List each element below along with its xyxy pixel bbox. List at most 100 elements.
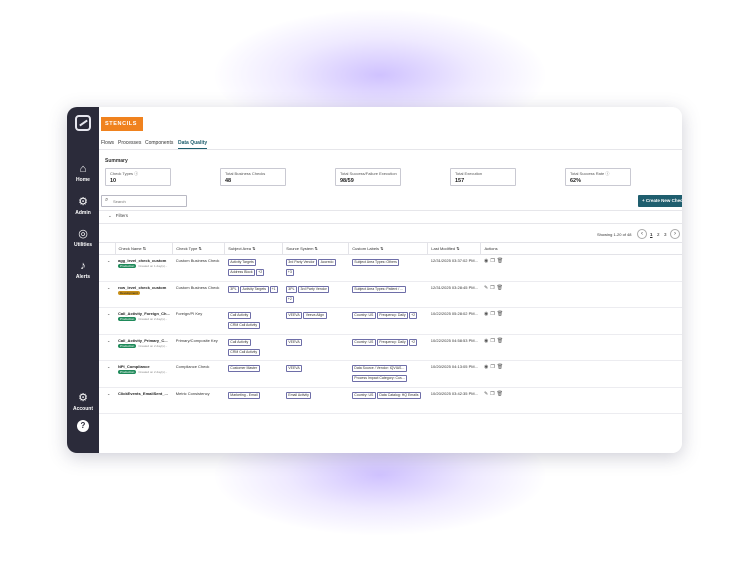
sidebar-item-admin[interactable]: ⚙ Admin [67, 196, 99, 216]
tab-components[interactable]: Components [145, 140, 173, 146]
summary-card: Total Business Checks 48 [220, 168, 286, 186]
table-row[interactable]: ⌄ NPI_Compliance Production Created on 2 da… [99, 360, 682, 388]
check-name[interactable]: agg_level_check_custom [118, 258, 170, 263]
sidebar-item-account[interactable]: ⚙ Account [67, 392, 99, 412]
sidebar-item-alerts[interactable]: ♪ Alerts [67, 260, 99, 280]
view-icon[interactable]: ◉ [484, 364, 488, 370]
source-system-cell: 3PL 3rd Party Vendor +2 [282, 281, 349, 308]
more-tags-chip[interactable]: +1 [269, 285, 278, 293]
more-tags-chip[interactable]: +3 [285, 269, 294, 276]
expand-row-button[interactable]: ⌄ [99, 334, 115, 361]
source-system-cell: VEEVA Veeva Align [282, 307, 349, 335]
expand-row-button[interactable]: ⌄ [99, 387, 115, 414]
check-name-cell[interactable]: row_level_check_custom Development [115, 281, 173, 308]
more-tags-chip[interactable]: +2 [285, 295, 294, 303]
more-tags-chip[interactable]: +2 [256, 269, 265, 276]
expand-row-button[interactable]: ⌄ [99, 281, 115, 308]
column-header-subject-area[interactable]: Subject Area ⇅ [224, 242, 284, 255]
delete-icon[interactable]: 🗑 [497, 364, 503, 370]
prev-page-button[interactable]: ‹ [637, 229, 647, 239]
column-header-last-modified[interactable]: Last Modified ⇅ [427, 242, 482, 255]
tag-chip: Email Activity [285, 391, 312, 399]
check-type-cell: Custom Business Check [172, 254, 225, 282]
filters-toggle[interactable]: ⌄ Filters [108, 213, 128, 219]
check-name[interactable]: ClickEvents_EmailSent_... [118, 391, 170, 396]
check-name-cell[interactable]: agg_level_check_custom Production Created … [115, 254, 173, 282]
sidebar-item-home[interactable]: ⌂ Home [67, 163, 99, 183]
check-type-cell: Metric Consistency [172, 387, 225, 414]
tag-chip: Frequency: Daily [376, 312, 409, 319]
source-system-cell: VEEVA [282, 334, 349, 361]
more-tags-chip[interactable]: +2 [409, 338, 418, 346]
app-logo-icon[interactable] [75, 115, 91, 131]
view-icon[interactable]: ◉ [484, 258, 488, 264]
check-name-cell[interactable]: ClickEvents_EmailSent_... [115, 387, 173, 414]
edit-icon[interactable]: ✎ [484, 285, 488, 291]
last-modified-cell: 10/22/2025 04:58:53 PM... [427, 334, 481, 361]
copy-icon[interactable]: ❐ [490, 391, 494, 397]
sidebar-item-utilities[interactable]: ◎ Utilities [67, 228, 99, 248]
create-new-check-button[interactable]: + Create New Check [638, 195, 682, 207]
column-header-check-type[interactable]: Check Type ⇅ [172, 242, 226, 255]
expand-row-button[interactable]: ⌄ [99, 254, 115, 282]
table-body: ⌄ agg_level_check_custom Production Created… [99, 254, 682, 414]
copy-icon[interactable]: ❐ [490, 258, 494, 264]
check-name-cell[interactable]: Call_Activity_Primary_C... Production Crea… [115, 334, 173, 361]
tag-chip: VEEVA [285, 338, 303, 346]
help-button[interactable]: ? [77, 420, 89, 432]
check-name[interactable]: NPI_Compliance [118, 364, 170, 369]
actions-cell: ✎ ❐ 🗑 [480, 281, 682, 308]
search-input[interactable] [113, 198, 183, 205]
check-name[interactable]: Call_Activity_Foreign_Ch... [118, 311, 170, 316]
page-1[interactable]: 1 [650, 232, 653, 237]
gear-icon: ⚙ [78, 196, 88, 208]
created-note: Created on 2 day(s)... [138, 370, 168, 374]
tab-divider [99, 149, 682, 150]
tag-chip: Activity Targets [227, 259, 257, 266]
table-row[interactable]: ⌄ row_level_check_custom Development Custom… [99, 281, 682, 308]
column-header-custom-labels[interactable]: Custom Labels ⇅ [348, 242, 429, 255]
table-row[interactable]: ⌄ Call_Activity_Primary_C... Production Cre… [99, 334, 682, 361]
chevron-down-icon: ⌄ [107, 284, 111, 290]
expand-row-button[interactable]: ⌄ [99, 307, 115, 335]
copy-icon[interactable]: ❐ [490, 285, 494, 291]
column-header-source-system[interactable]: Source System ⇅ [282, 242, 350, 255]
copy-icon[interactable]: ❐ [490, 364, 494, 370]
check-name-cell[interactable]: NPI_Compliance Production Created on 2 day… [115, 360, 173, 388]
tab-data-quality[interactable]: Data Quality [178, 140, 208, 149]
check-type-cell: Compliance Check [172, 360, 225, 388]
tab-processes[interactable]: Processes [118, 140, 141, 146]
actions-cell: ✎ ❐ 🗑 [480, 387, 682, 414]
tag-chip: Call Activity [227, 312, 251, 319]
delete-icon[interactable]: 🗑 [497, 311, 503, 317]
more-tags-chip[interactable]: +2 [409, 312, 418, 319]
delete-icon[interactable]: 🗑 [497, 391, 503, 397]
copy-icon[interactable]: ❐ [490, 311, 494, 317]
tab-flows[interactable]: Flows [101, 140, 114, 146]
subject-area-cell: Marketing - Email [224, 387, 283, 414]
table-row[interactable]: ⌄ agg_level_check_custom Production Created… [99, 254, 682, 282]
expand-row-button[interactable]: ⌄ [99, 360, 115, 388]
column-header-check-name[interactable]: Check Name ⇅ [115, 242, 174, 255]
check-name[interactable]: Call_Activity_Primary_C... [118, 338, 170, 343]
last-modified-cell: 12/31/2025 03:37:02 PM... [427, 254, 481, 282]
page-2[interactable]: 2 [657, 232, 660, 237]
divider [99, 210, 682, 211]
check-name-cell[interactable]: Call_Activity_Foreign_Ch... Production Cre… [115, 307, 173, 335]
view-icon[interactable]: ◉ [484, 338, 488, 344]
main-content: STENCILS Flows Processes Components Data… [99, 107, 682, 453]
table-row[interactable]: ⌄ Call_Activity_Foreign_Ch... Production Cr… [99, 307, 682, 335]
tag-chip: Subject Area Types::Others [351, 259, 400, 266]
edit-icon[interactable]: ✎ [484, 391, 488, 397]
check-name[interactable]: row_level_check_custom [118, 285, 170, 290]
copy-icon[interactable]: ❐ [490, 338, 494, 344]
view-icon[interactable]: ◉ [484, 311, 488, 317]
page-3[interactable]: 3 [664, 232, 667, 237]
delete-icon[interactable]: 🗑 [497, 258, 503, 264]
table-row[interactable]: ⌄ ClickEvents_EmailSent_... Metric Consist… [99, 387, 682, 414]
delete-icon[interactable]: 🗑 [497, 285, 503, 291]
status-badge: Production [118, 370, 137, 374]
delete-icon[interactable]: 🗑 [497, 338, 503, 344]
next-page-button[interactable]: › [670, 229, 680, 239]
actions-cell: ◉ ❐ 🗑 [480, 334, 682, 361]
